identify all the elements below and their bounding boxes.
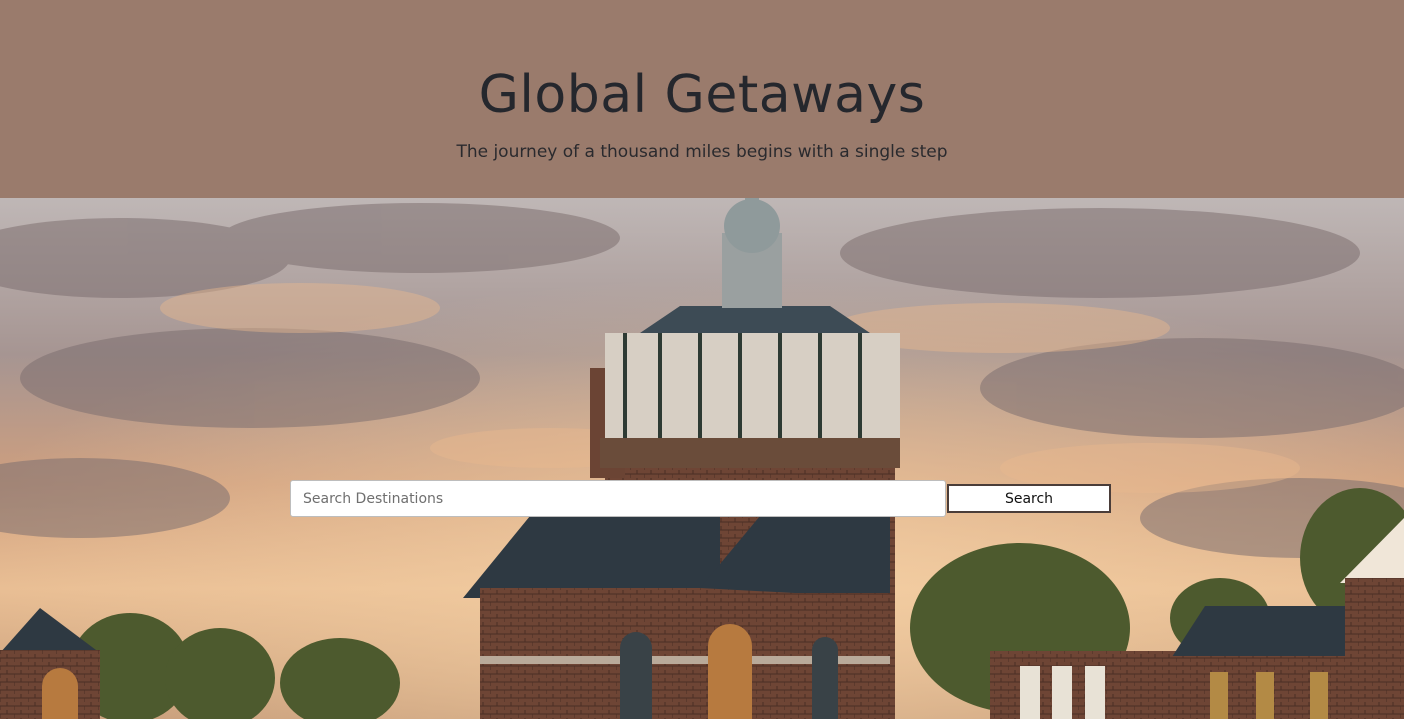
- hero-image: [0, 198, 1404, 719]
- site-tagline: The journey of a thousand miles begins w…: [456, 142, 948, 162]
- site-header: Global Getaways The journey of a thousan…: [0, 0, 1404, 198]
- search-input[interactable]: [290, 480, 946, 517]
- site-title: Global Getaways: [478, 65, 926, 125]
- search-button[interactable]: Search: [947, 484, 1111, 513]
- page: Global Getaways The journey of a thousan…: [0, 0, 1404, 719]
- hero-photo: [0, 198, 1404, 719]
